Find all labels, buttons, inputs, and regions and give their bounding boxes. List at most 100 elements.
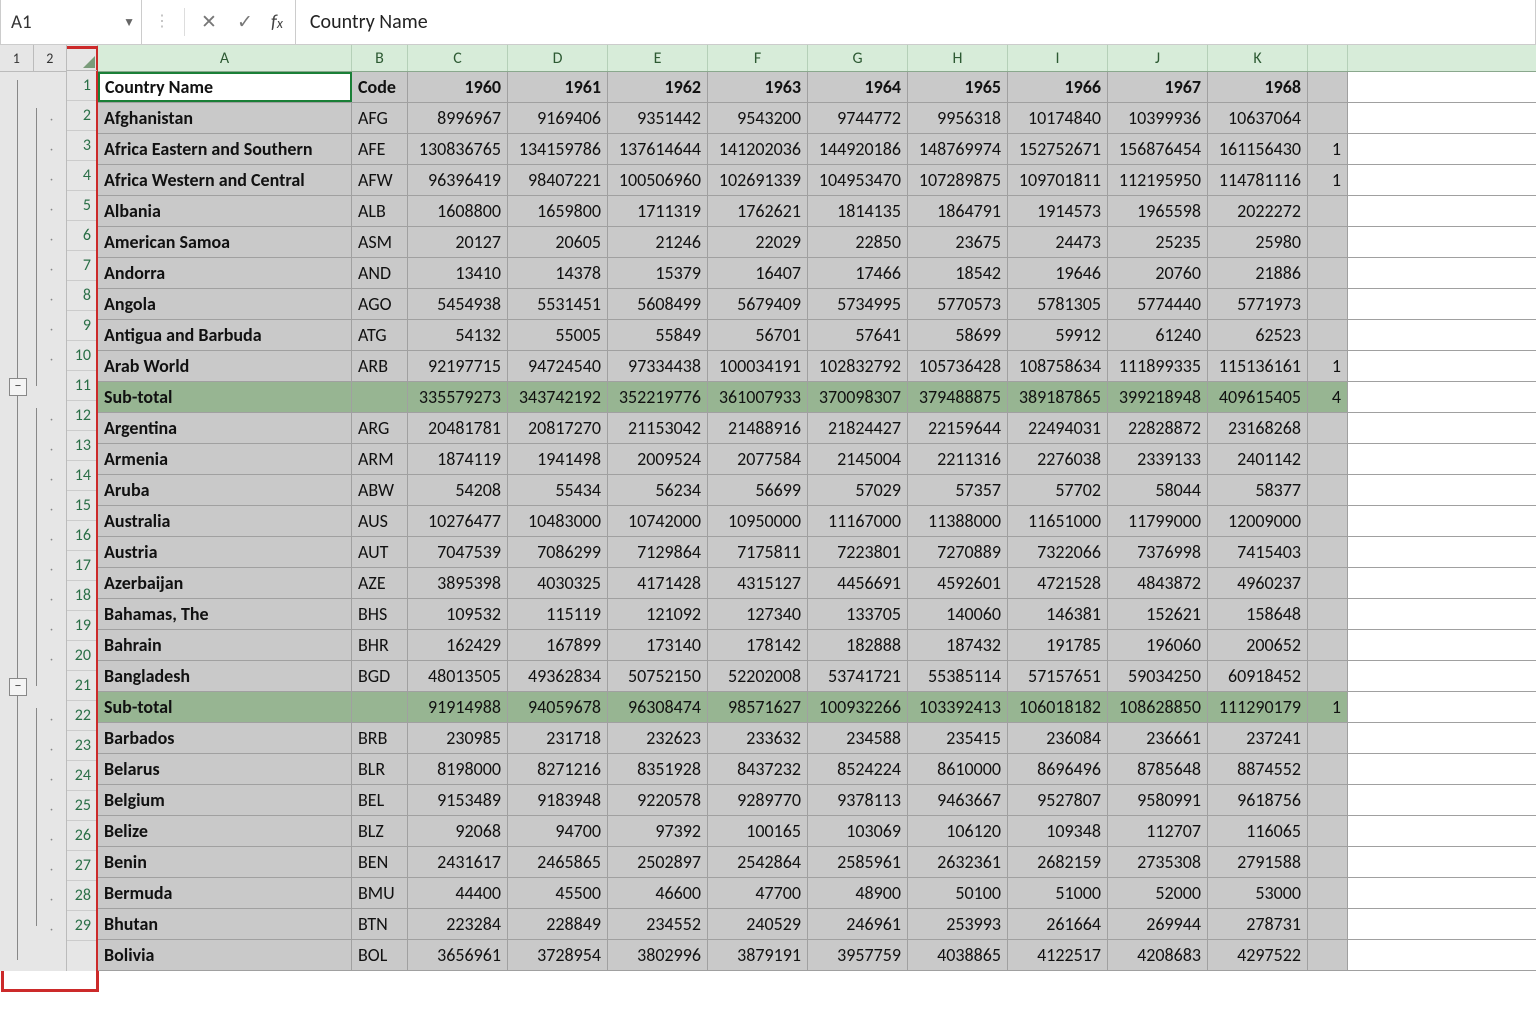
value-cell[interactable]: 98407221 — [508, 165, 608, 195]
value-cell[interactable]: 141202036 — [708, 134, 808, 164]
value-cell[interactable]: 127340 — [708, 599, 808, 629]
value-cell[interactable] — [1308, 599, 1348, 629]
value-cell[interactable]: 8610000 — [908, 754, 1008, 784]
value-cell[interactable]: 4315127 — [708, 568, 808, 598]
value-cell[interactable]: 9527807 — [1008, 785, 1108, 815]
row-header[interactable]: 24 — [67, 761, 97, 791]
value-cell[interactable]: 102832792 — [808, 351, 908, 381]
country-name-cell[interactable]: Africa Eastern and Southern — [98, 134, 352, 164]
value-cell[interactable]: 2465865 — [508, 847, 608, 877]
value-cell[interactable]: 1 — [1308, 134, 1348, 164]
value-cell[interactable]: 1 — [1308, 692, 1348, 722]
value-cell[interactable]: 17466 — [808, 258, 908, 288]
outline-collapse-button[interactable]: − — [9, 678, 27, 696]
value-cell[interactable]: 53741721 — [808, 661, 908, 691]
value-cell[interactable]: 240529 — [708, 909, 808, 939]
value-cell[interactable]: 107289875 — [908, 165, 1008, 195]
value-cell[interactable]: 379488875 — [908, 382, 1008, 412]
value-cell[interactable]: 20817270 — [508, 413, 608, 443]
value-cell[interactable] — [1308, 537, 1348, 567]
row-header[interactable]: 28 — [67, 881, 97, 911]
value-cell[interactable]: 7270889 — [908, 537, 1008, 567]
value-cell[interactable]: 55434 — [508, 475, 608, 505]
value-cell[interactable]: 57357 — [908, 475, 1008, 505]
value-cell[interactable]: 3879191 — [708, 940, 808, 970]
value-cell[interactable]: 1968 — [1208, 72, 1308, 102]
value-cell[interactable]: 100165 — [708, 816, 808, 846]
value-cell[interactable]: 196060 — [1108, 630, 1208, 660]
value-cell[interactable]: 21824427 — [808, 413, 908, 443]
value-cell[interactable]: 56701 — [708, 320, 808, 350]
row-header[interactable]: 3 — [67, 131, 97, 161]
value-cell[interactable]: 98571627 — [708, 692, 808, 722]
value-cell[interactable]: 9463667 — [908, 785, 1008, 815]
country-code-cell[interactable]: AZE — [352, 568, 408, 598]
row-header[interactable]: 1 — [67, 71, 97, 101]
value-cell[interactable]: 1762621 — [708, 196, 808, 226]
column-header-H[interactable]: H — [908, 45, 1008, 71]
value-cell[interactable]: 2791588 — [1208, 847, 1308, 877]
country-code-cell[interactable]: BMU — [352, 878, 408, 908]
value-cell[interactable]: 4038865 — [908, 940, 1008, 970]
row-header[interactable]: 13 — [67, 431, 97, 461]
value-cell[interactable]: 223284 — [408, 909, 508, 939]
value-cell[interactable]: 9956318 — [908, 103, 1008, 133]
value-cell[interactable]: 96396419 — [408, 165, 508, 195]
row-header[interactable]: 29 — [67, 911, 97, 941]
insert-function-icon[interactable]: fx — [263, 11, 291, 34]
country-code-cell[interactable]: BEL — [352, 785, 408, 815]
country-name-cell[interactable]: Sub-total — [98, 692, 352, 722]
value-cell[interactable]: 232623 — [608, 723, 708, 753]
value-cell[interactable]: 100034191 — [708, 351, 808, 381]
value-cell[interactable]: 9220578 — [608, 785, 708, 815]
value-cell[interactable]: 2735308 — [1108, 847, 1208, 877]
value-cell[interactable]: 96308474 — [608, 692, 708, 722]
value-cell[interactable]: 100506960 — [608, 165, 708, 195]
row-header[interactable]: 22 — [67, 701, 97, 731]
value-cell[interactable]: 230985 — [408, 723, 508, 753]
value-cell[interactable]: 2276038 — [1008, 444, 1108, 474]
value-cell[interactable]: 235415 — [908, 723, 1008, 753]
country-code-cell[interactable]: BEN — [352, 847, 408, 877]
value-cell[interactable] — [1308, 103, 1348, 133]
value-cell[interactable]: 116065 — [1208, 816, 1308, 846]
value-cell[interactable]: 46600 — [608, 878, 708, 908]
country-name-cell[interactable]: American Samoa — [98, 227, 352, 257]
country-name-cell[interactable]: Barbados — [98, 723, 352, 753]
value-cell[interactable]: 47700 — [708, 878, 808, 908]
value-cell[interactable]: 173140 — [608, 630, 708, 660]
value-cell[interactable]: 108758634 — [1008, 351, 1108, 381]
column-header-K[interactable]: K — [1208, 45, 1308, 71]
row-header[interactable]: 10 — [67, 341, 97, 371]
value-cell[interactable]: 21488916 — [708, 413, 808, 443]
value-cell[interactable]: 12009000 — [1208, 506, 1308, 536]
country-name-cell[interactable]: Sub-total — [98, 382, 352, 412]
value-cell[interactable]: 115136161 — [1208, 351, 1308, 381]
value-cell[interactable]: 58377 — [1208, 475, 1308, 505]
value-cell[interactable] — [1308, 909, 1348, 939]
value-cell[interactable]: 9378113 — [808, 785, 908, 815]
value-cell[interactable]: 1962 — [608, 72, 708, 102]
value-cell[interactable] — [1308, 754, 1348, 784]
value-cell[interactable]: 1967 — [1108, 72, 1208, 102]
value-cell[interactable]: 278731 — [1208, 909, 1308, 939]
value-cell[interactable]: 399218948 — [1108, 382, 1208, 412]
value-cell[interactable]: 144920186 — [808, 134, 908, 164]
value-cell[interactable]: 94059678 — [508, 692, 608, 722]
value-cell[interactable]: 134159786 — [508, 134, 608, 164]
value-cell[interactable]: 25980 — [1208, 227, 1308, 257]
select-all-corner[interactable] — [67, 45, 97, 71]
value-cell[interactable]: 9169406 — [508, 103, 608, 133]
value-cell[interactable]: 16407 — [708, 258, 808, 288]
row-header[interactable]: 21 — [67, 671, 97, 701]
row-header[interactable]: 5 — [67, 191, 97, 221]
value-cell[interactable]: 10742000 — [608, 506, 708, 536]
country-code-cell[interactable]: AGO — [352, 289, 408, 319]
value-cell[interactable]: 5770573 — [908, 289, 1008, 319]
value-cell[interactable]: 178142 — [708, 630, 808, 660]
value-cell[interactable]: 4843872 — [1108, 568, 1208, 598]
value-cell[interactable]: 20760 — [1108, 258, 1208, 288]
value-cell[interactable]: 2009524 — [608, 444, 708, 474]
value-cell[interactable]: 253993 — [908, 909, 1008, 939]
value-cell[interactable]: 50100 — [908, 878, 1008, 908]
